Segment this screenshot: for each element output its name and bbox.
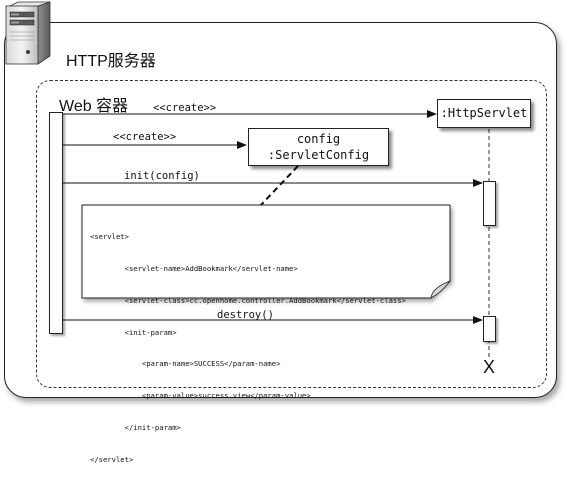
note-line: <servlet> bbox=[90, 232, 129, 242]
note-text: <servlet> <servlet-name>AddBookmark</ser… bbox=[90, 211, 435, 486]
note-line: </init-param> bbox=[90, 422, 181, 432]
create-servlet-label: <<create>> bbox=[153, 102, 217, 114]
servletconfig-participant: config :ServletConfig bbox=[248, 128, 389, 166]
init-activation bbox=[483, 181, 496, 226]
lifeline-end-marker: X bbox=[483, 357, 496, 377]
note-line: </servlet> bbox=[90, 454, 134, 464]
config-name-label: config bbox=[296, 132, 341, 146]
destroy-activation bbox=[483, 316, 496, 342]
note-line: <param-name>SUCCESS</param-name> bbox=[90, 359, 281, 369]
httpservlet-label: :HttpServlet bbox=[440, 106, 528, 120]
note-line: <param-value>success.view</param-value> bbox=[90, 391, 311, 401]
note-line: <servlet-class>cc.openhome.controller.Ad… bbox=[90, 295, 406, 305]
httpservlet-participant: :HttpServlet bbox=[437, 99, 531, 128]
note-connector bbox=[259, 165, 299, 207]
config-type-label: :ServletConfig bbox=[267, 148, 370, 162]
servlet-lifecycle-diagram: HTTP服务器 Web 容器 :HttpServlet config :Serv… bbox=[0, 0, 566, 464]
note-line: <servlet-name>AddBookmark</servlet-name> bbox=[90, 263, 298, 273]
web-container-activation bbox=[49, 112, 63, 334]
init-label: init(config) bbox=[124, 170, 200, 182]
create-config-label: <<create>> bbox=[113, 131, 177, 143]
note-line: <init-param> bbox=[90, 327, 177, 337]
